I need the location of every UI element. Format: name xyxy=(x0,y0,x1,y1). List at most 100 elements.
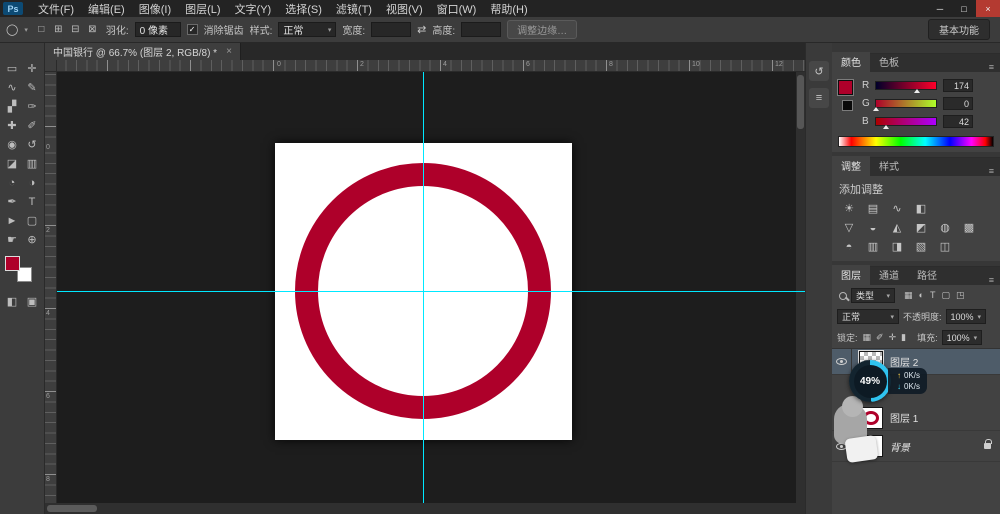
height-input[interactable] xyxy=(461,22,501,37)
vertical-scroll-thumb[interactable] xyxy=(797,75,804,129)
adjustments-panel-menu-icon[interactable]: ≡ xyxy=(989,166,994,176)
history-panel-button[interactable]: ↺ xyxy=(809,61,829,81)
curves-icon[interactable]: ∿ xyxy=(889,201,905,216)
vertical-guide[interactable] xyxy=(423,72,424,503)
tool-path-select[interactable]: ► xyxy=(2,211,22,230)
hue-saturation-icon[interactable]: ◒ xyxy=(865,220,881,235)
tool-quick-mask[interactable]: ◧ xyxy=(2,292,22,311)
menu-file[interactable]: 文件(F) xyxy=(31,0,81,17)
channel-slider-g[interactable] xyxy=(875,99,937,108)
ruler-origin[interactable] xyxy=(45,60,57,72)
horizontal-scroll-thumb[interactable] xyxy=(47,505,97,512)
tab-layers[interactable]: 图层 xyxy=(832,265,870,285)
tab-styles[interactable]: 样式 xyxy=(870,156,908,176)
slider-thumb-icon[interactable] xyxy=(883,125,889,129)
visibility-cell[interactable] xyxy=(832,405,852,430)
filter-smart-icon[interactable]: ◳ xyxy=(956,290,965,301)
layer-row[interactable]: 背景 xyxy=(832,431,1000,462)
filter-type-icon[interactable]: T xyxy=(930,290,936,301)
menu-window[interactable]: 窗口(W) xyxy=(430,0,484,17)
link-dimensions-icon[interactable]: ⇄ xyxy=(417,23,426,36)
tool-brush[interactable]: ✐ xyxy=(22,116,42,135)
maximize-button[interactable]: □ xyxy=(952,0,976,17)
channel-slider-r[interactable] xyxy=(875,81,937,90)
feather-input[interactable]: 0 像素 xyxy=(135,22,181,37)
panel-options-panel-button[interactable]: ≡ xyxy=(809,88,829,108)
menu-view[interactable]: 视图(V) xyxy=(379,0,430,17)
color-spectrum-ramp[interactable] xyxy=(838,136,994,147)
minimize-button[interactable]: ─ xyxy=(928,0,952,17)
filter-shape-icon[interactable]: ▢ xyxy=(941,290,950,301)
channel-value-r[interactable]: 174 xyxy=(943,79,973,92)
refine-edge-button[interactable]: 调整边缘… xyxy=(507,20,577,39)
subtract-selection-icon[interactable]: ⊟ xyxy=(68,24,83,35)
layer-thumbnail[interactable] xyxy=(859,435,883,457)
lock-transparency-icon[interactable]: ▦ xyxy=(863,332,872,343)
lock-pixels-icon[interactable]: ✐ xyxy=(876,332,884,343)
opacity-select[interactable]: 100%▾ xyxy=(946,309,987,324)
color-panel-menu-icon[interactable]: ≡ xyxy=(989,62,994,72)
menu-image[interactable]: 图像(I) xyxy=(132,0,178,17)
foreground-color-swatch[interactable] xyxy=(5,256,20,271)
secondary-color-swatch[interactable] xyxy=(842,100,853,111)
intersect-selection-icon[interactable]: ⊠ xyxy=(85,24,100,35)
eye-icon[interactable] xyxy=(836,358,847,365)
workspace-switcher[interactable]: 基本功能 xyxy=(928,19,990,40)
add-selection-icon[interactable]: ⊞ xyxy=(51,24,66,35)
width-input[interactable] xyxy=(371,22,411,37)
tool-rect-marquee[interactable]: ▭ xyxy=(2,59,22,78)
exposure-icon[interactable]: ◧ xyxy=(913,201,929,216)
menu-edit[interactable]: 编辑(E) xyxy=(81,0,132,17)
style-select[interactable]: 正常▾ xyxy=(278,22,336,37)
tool-lasso[interactable]: ∿ xyxy=(2,78,22,97)
slider-thumb-icon[interactable] xyxy=(873,107,879,111)
slider-thumb-icon[interactable] xyxy=(914,89,920,93)
tool-gradient[interactable]: ▥ xyxy=(22,154,42,173)
vertical-scrollbar[interactable] xyxy=(796,72,805,503)
tool-dodge[interactable]: ◑ xyxy=(22,173,42,192)
speed-overlay-widget[interactable]: 49% ↑ 0K/s ↓ 0K/s xyxy=(849,360,927,402)
tab-channels[interactable]: 通道 xyxy=(870,265,908,285)
antialias-checkbox[interactable]: ✓ xyxy=(187,24,198,35)
channel-slider-b[interactable] xyxy=(875,117,937,126)
tool-zoom[interactable]: ⊕ xyxy=(22,230,42,249)
menu-help[interactable]: 帮助(H) xyxy=(483,0,534,17)
tool-eyedropper[interactable]: ✑ xyxy=(22,97,42,116)
tab-paths[interactable]: 路径 xyxy=(908,265,946,285)
tool-type[interactable]: T xyxy=(22,192,42,211)
vertical-ruler[interactable]: 02468 xyxy=(45,72,57,503)
tool-clone-stamp[interactable]: ◉ xyxy=(2,135,22,154)
lock-position-icon[interactable]: ✛ xyxy=(889,332,897,343)
layer-thumbnail[interactable] xyxy=(859,407,883,429)
document-viewport[interactable] xyxy=(57,72,805,503)
lock-all-icon[interactable]: ▮ xyxy=(901,332,906,343)
threshold-icon[interactable]: ◨ xyxy=(889,239,905,254)
filter-pixel-icon[interactable]: ▦ xyxy=(904,290,913,301)
tab-color[interactable]: 颜色 xyxy=(832,52,870,72)
vibrance-icon[interactable]: ▽ xyxy=(841,220,857,235)
fill-select[interactable]: 100%▾ xyxy=(942,330,983,345)
photo-filter-icon[interactable]: ◍ xyxy=(937,220,953,235)
channel-value-g[interactable]: 0 xyxy=(943,97,973,110)
tool-preset-arrow-icon[interactable]: ▾ xyxy=(24,26,28,34)
posterize-icon[interactable]: ▥ xyxy=(865,239,881,254)
color-balance-icon[interactable]: ◭ xyxy=(889,220,905,235)
brightness-contrast-icon[interactable]: ☀ xyxy=(841,201,857,216)
tool-eraser[interactable]: ◪ xyxy=(2,154,22,173)
horizontal-guide[interactable] xyxy=(57,291,805,292)
tool-move[interactable]: ✛ xyxy=(22,59,42,78)
menu-filter[interactable]: 滤镜(T) xyxy=(329,0,379,17)
document-tab[interactable]: 中国银行 @ 66.7% (图层 2, RGB/8) * × xyxy=(45,43,241,60)
layers-panel-menu-icon[interactable]: ≡ xyxy=(989,275,994,285)
black-white-icon[interactable]: ◩ xyxy=(913,220,929,235)
active-color-swatch[interactable] xyxy=(838,80,853,95)
blend-mode-select[interactable]: 正常▾ xyxy=(837,309,899,324)
menu-type[interactable]: 文字(Y) xyxy=(228,0,279,17)
tab-close-icon[interactable]: × xyxy=(226,46,232,57)
visibility-cell[interactable] xyxy=(832,431,852,461)
tab-adjustments[interactable]: 调整 xyxy=(832,156,870,176)
tool-quick-select[interactable]: ✎ xyxy=(22,78,42,97)
invert-icon[interactable]: ◓ xyxy=(841,239,857,254)
filter-type-select[interactable]: 类型▾ xyxy=(851,288,895,303)
close-button[interactable]: × xyxy=(976,0,1000,17)
